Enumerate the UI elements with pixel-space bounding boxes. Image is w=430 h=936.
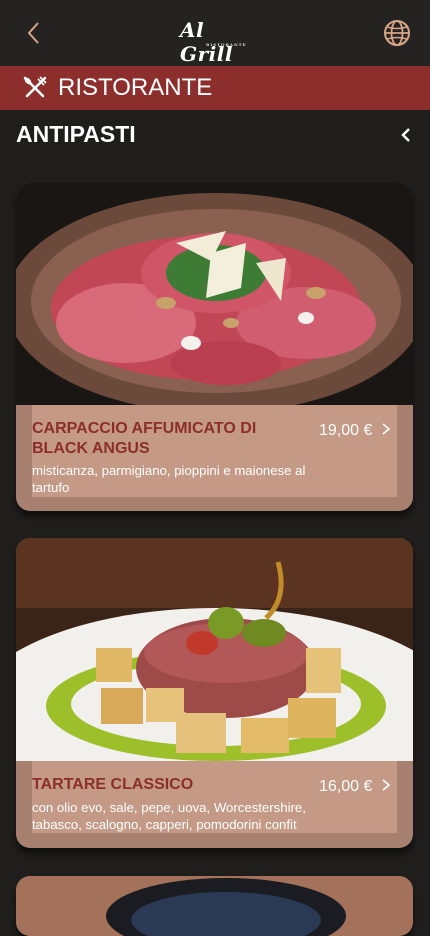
dish-photo-tartare <box>16 538 413 761</box>
dish-card[interactable] <box>16 876 413 936</box>
section-header: RISTORANTE <box>0 66 430 110</box>
chevron-left-icon <box>401 128 410 142</box>
category-title: ANTIPASTI <box>16 121 136 147</box>
dish-card[interactable]: CARPACCIO AFFUMICATO DI BLACK ANGUS 19,0… <box>16 183 413 511</box>
dish-description: misticanza, parmigiano, pioppini e maion… <box>32 463 306 495</box>
chevron-right-icon <box>382 423 391 435</box>
dish-price: 16,00 € <box>319 778 373 795</box>
section-title: RISTORANTE <box>58 74 213 101</box>
dish-photo <box>16 876 413 936</box>
dish-name: TARTARE CLASSICO <box>32 776 194 793</box>
collapse-category-button[interactable] <box>395 124 417 146</box>
globe-icon <box>384 20 410 46</box>
dish-photo-carpaccio <box>16 183 413 405</box>
restaurant-logo[interactable]: Al Grill RISTORANTE <box>180 18 252 66</box>
dish-description: con olio evo, sale, pepe, uova, Worceste… <box>32 800 306 832</box>
top-app-bar: Al Grill RISTORANTE <box>0 0 430 66</box>
back-button[interactable] <box>20 18 48 48</box>
logo-subtext: RISTORANTE <box>206 42 247 47</box>
dish-price: 19,00 € <box>319 422 373 439</box>
dish-info: CARPACCIO AFFUMICATO DI BLACK ANGUS 19,0… <box>32 405 397 497</box>
dish-name: CARPACCIO AFFUMICATO DI BLACK ANGUS <box>32 420 257 457</box>
chevron-left-icon <box>27 22 39 44</box>
dish-card[interactable]: TARTARE CLASSICO 16,00 € con olio evo, s… <box>16 538 413 848</box>
dish-info: TARTARE CLASSICO 16,00 € con olio evo, s… <box>32 761 397 833</box>
chevron-right-icon <box>382 779 391 791</box>
language-button[interactable] <box>382 18 412 48</box>
fork-knife-icon <box>23 76 47 98</box>
